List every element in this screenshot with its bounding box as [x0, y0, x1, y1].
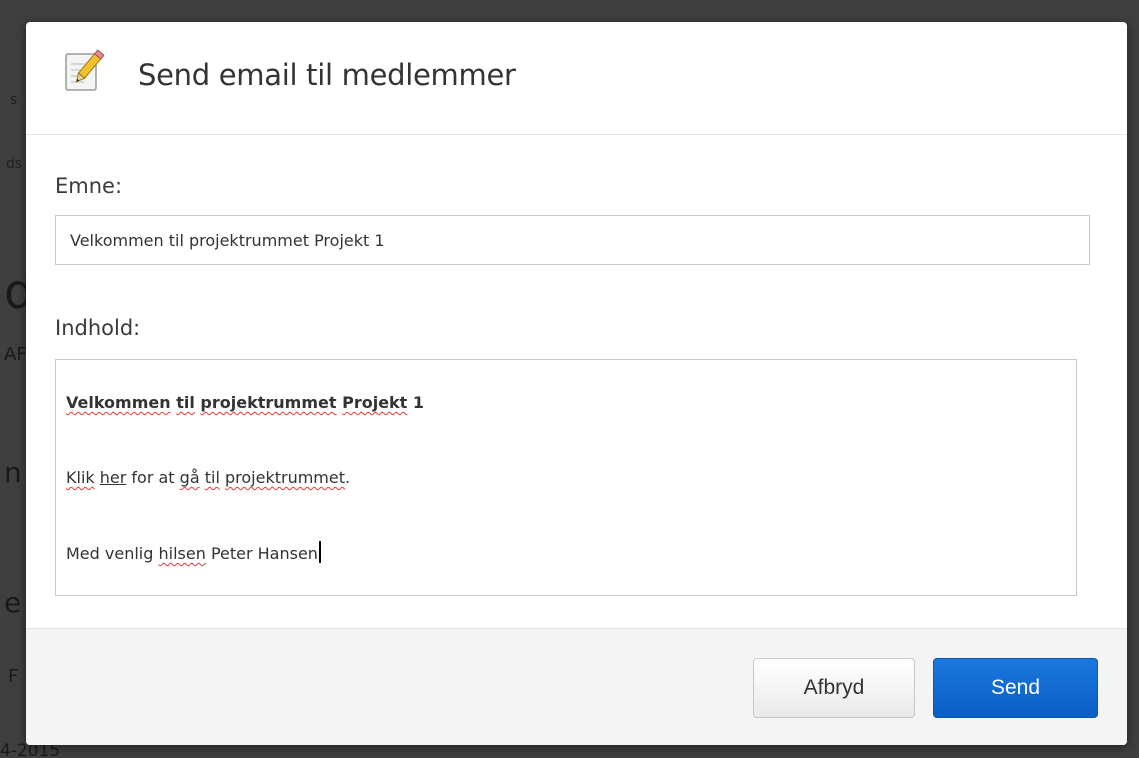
content-line: Med venlig hilsen Peter Hansen: [66, 541, 321, 563]
content-word: til: [204, 468, 220, 487]
subject-input[interactable]: [55, 215, 1090, 265]
content-word: projektrummet: [200, 393, 337, 412]
content-word: Peter Hansen: [210, 544, 318, 563]
content-word: .: [345, 468, 351, 487]
content-word: projektrummet: [225, 468, 346, 487]
cancel-button[interactable]: Afbryd: [753, 658, 915, 718]
background-text: F: [8, 666, 19, 687]
content-word: hilsen: [158, 544, 206, 563]
content-word: gå: [179, 468, 200, 487]
content-label: Indhold:: [55, 316, 141, 340]
content-word: for at: [131, 468, 175, 487]
content-word: til: [176, 393, 195, 412]
background-text: ds: [6, 156, 23, 172]
content-word: Med venlig: [66, 544, 154, 563]
text-cursor: [318, 541, 321, 563]
background-text: s: [10, 92, 18, 108]
content-word: Velkommen: [66, 393, 171, 412]
dialog-header: Send email til medlemmer: [26, 22, 1127, 135]
project-room-link[interactable]: her: [100, 468, 127, 487]
content-heading: Velkommen til projektrummet Projekt 1: [66, 393, 424, 412]
content-line: Klik her for at gå til projektrummet.: [66, 468, 350, 487]
notepad-pencil-icon: [64, 46, 105, 94]
background-text: n: [4, 456, 22, 489]
send-email-dialog: Send email til medlemmer Emne: Indhold: …: [26, 22, 1127, 745]
content-word: 1: [412, 393, 425, 412]
content-word: Klik: [66, 468, 95, 487]
subject-label: Emne:: [55, 174, 123, 198]
content-editor[interactable]: Velkommen til projektrummet Projekt 1 Kl…: [55, 359, 1077, 596]
background-text: AF: [4, 344, 27, 365]
dialog-footer: Afbryd Send: [26, 628, 1127, 745]
content-word: Projekt: [342, 393, 408, 412]
background-text: e: [4, 586, 22, 619]
send-button[interactable]: Send: [933, 658, 1098, 718]
dialog-title: Send email til medlemmer: [138, 58, 516, 92]
